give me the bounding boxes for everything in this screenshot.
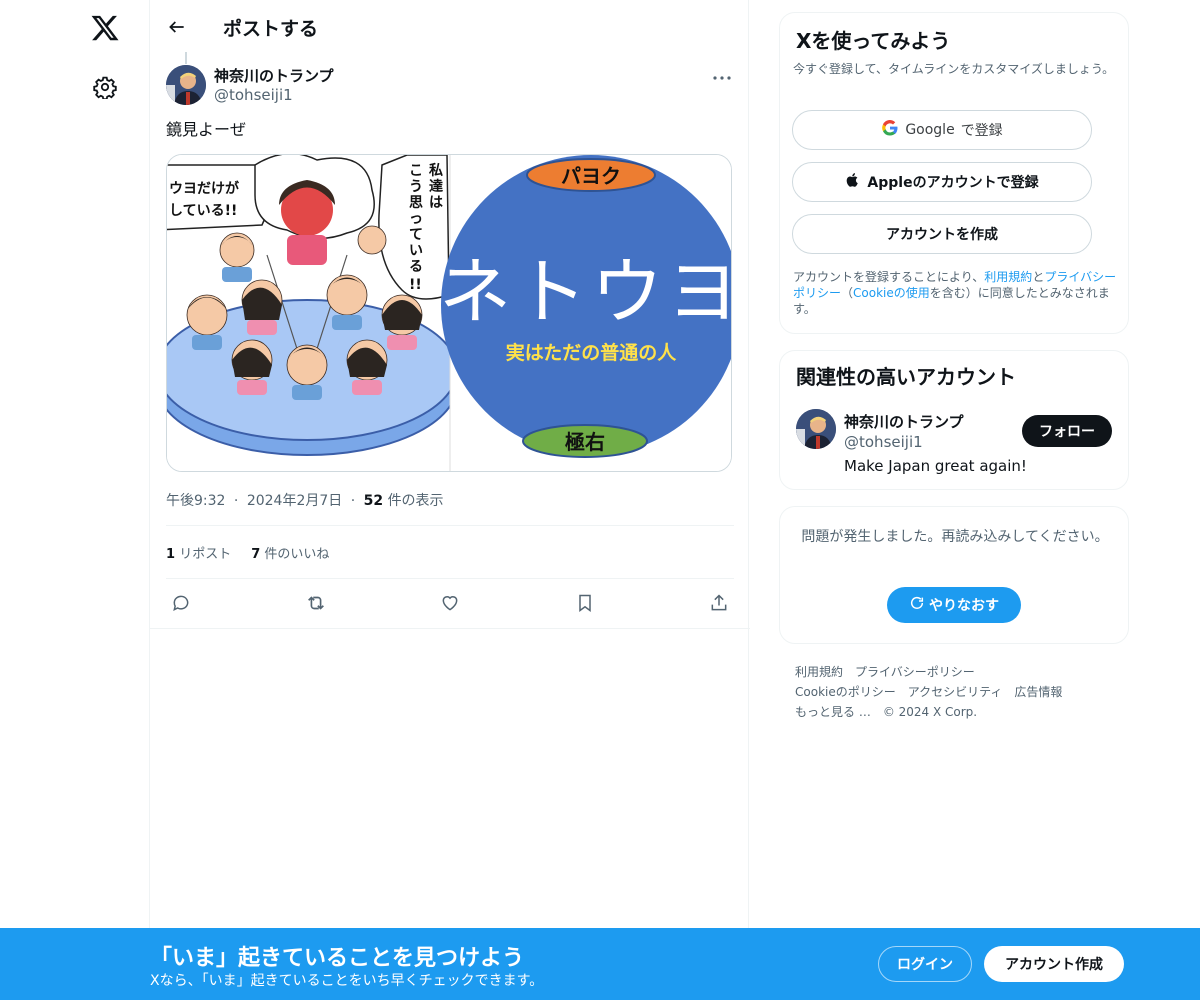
reposts-stat[interactable]: 1 リポスト <box>166 543 231 562</box>
bubble-left-line2: している!! <box>169 203 237 219</box>
footer-links: 利用規約 プライバシーポリシー Cookieのポリシー アクセシビリティ 広告情報 も… <box>779 662 1109 722</box>
svg-text:る: る <box>409 259 423 275</box>
retry-button[interactable]: やりなおす <box>887 587 1021 623</box>
signup-card: Xを使ってみよう 今すぐ登録して、タイムラインをカスタマイズしましょう。 Goo… <box>779 12 1129 334</box>
back-arrow-icon[interactable] <box>164 14 190 40</box>
post: 神奈川のトランプ @tohseiji1 鏡見よーぜ ウヨだけが している!! 私… <box>166 52 734 627</box>
avatar[interactable] <box>166 65 206 105</box>
like-heart-icon[interactable] <box>439 592 461 614</box>
create-account-button[interactable]: アカウントを作成 <box>792 214 1092 254</box>
post-text: 鏡見よーぜ <box>166 120 247 139</box>
label-payoku: パヨク <box>561 164 621 188</box>
footer-link-ads[interactable]: 広告情報 <box>1014 685 1062 699</box>
share-icon[interactable] <box>708 592 730 614</box>
page-title: ポストする <box>223 18 319 40</box>
author-name[interactable]: 神奈川のトランプ <box>214 65 334 86</box>
footer-link-accessibility[interactable]: アクセシビリティ <box>908 685 1003 699</box>
bottom-signup-banner: 「いま」起きていることを見つけよう Xなら、「いま」起きていることをいち早くチェ… <box>0 928 1200 1000</box>
post-image[interactable]: ウヨだけが している!! 私達は こう思っている!! パヨク ネトウヨ 実はただ… <box>166 154 732 472</box>
likes-label: 件のいいね <box>264 546 330 562</box>
related-account-handle[interactable]: @tohseiji1 <box>844 433 923 451</box>
google-brand-label: Google <box>905 122 955 138</box>
signup-subtitle: 今すぐ登録して、タイムラインをカスタマイズしましょう。 <box>793 62 1115 76</box>
label-sub: 実はただの普通の人 <box>506 341 678 364</box>
svg-text:こ: こ <box>409 163 423 179</box>
post-stats: 1 リポスト 7 件のいいね <box>166 526 734 578</box>
footer-link-cookie[interactable]: Cookieのポリシー <box>795 685 896 699</box>
main-column: ポストする 神奈川のトランプ @tohseiji1 鏡見よーぜ ウヨだけが して… <box>149 0 750 1000</box>
svg-text:う: う <box>409 179 423 195</box>
error-card: 問題が発生しました。再読み込みしてください。 やりなおす <box>779 506 1129 644</box>
terms-prefix: アカウントを登録することにより、 <box>793 270 985 284</box>
label-netouyo: ネトウヨ <box>439 250 732 334</box>
svg-text:っ: っ <box>409 211 423 227</box>
copyright: © 2024 X Corp. <box>882 705 978 719</box>
create-account-label: アカウントを作成 <box>886 227 998 243</box>
likes-stat[interactable]: 7 件のいいね <box>251 543 329 562</box>
likes-count: 7 <box>251 546 261 562</box>
svg-text:は: は <box>429 195 443 211</box>
related-account-bio: Make Japan great again! <box>844 457 1027 475</box>
post-actions <box>166 579 734 627</box>
settings-gear-icon[interactable] <box>93 75 117 101</box>
avatar[interactable] <box>796 409 836 449</box>
google-signup-button[interactable]: Google で登録 <box>792 110 1092 150</box>
google-signup-label: で登録 <box>960 123 1003 139</box>
bubble-left-line1: ウヨだけが <box>169 180 240 197</box>
follow-button[interactable]: フォロー <box>1022 415 1112 447</box>
svg-text:い: い <box>409 243 423 259</box>
apple-icon <box>845 171 861 193</box>
page-header: ポストする <box>150 0 748 53</box>
terms-open: （ <box>841 286 854 300</box>
repost-icon[interactable] <box>305 592 327 614</box>
x-logo-icon[interactable] <box>90 13 120 43</box>
meta-separator: · <box>350 493 356 509</box>
terms-and: と <box>1032 270 1045 284</box>
svg-text:私: 私 <box>429 162 443 179</box>
terms-link[interactable]: 利用規約 <box>984 270 1032 284</box>
banner-create-account-button[interactable]: アカウント作成 <box>984 946 1124 982</box>
views-count: 52 <box>363 493 384 509</box>
more-options-icon[interactable] <box>710 66 734 90</box>
apple-signup-label: Appleのアカウントで登録 <box>867 175 1039 191</box>
post-date[interactable]: 2024年2月7日 <box>247 493 342 509</box>
bookmark-icon[interactable] <box>574 592 596 614</box>
signup-title: Xを使ってみよう <box>796 29 951 53</box>
reply-icon[interactable] <box>170 592 192 614</box>
post-time[interactable]: 午後9:32 <box>166 493 225 509</box>
label-kyokuu: 極右 <box>564 430 605 454</box>
banner-title: 「いま」起きていることを見つけよう <box>150 946 525 971</box>
refresh-icon <box>909 595 925 615</box>
reposts-count: 1 <box>166 546 176 562</box>
reposts-label: リポスト <box>179 546 232 562</box>
svg-text:!!: !! <box>409 277 422 293</box>
views-label: 件の表示 <box>387 493 444 509</box>
banner-subtitle: Xなら、「いま」起きていることをいち早くチェックできます。 <box>150 973 544 989</box>
svg-text:達: 達 <box>429 178 443 195</box>
author-row: 神奈川のトランプ @tohseiji1 <box>166 64 734 120</box>
footer-link-terms[interactable]: 利用規約 <box>795 665 843 679</box>
google-g-icon <box>881 119 899 141</box>
meta-separator: · <box>233 493 239 509</box>
post-meta: 午後9:32 · 2024年2月7日 · 52 件の表示 <box>166 490 734 510</box>
related-title: 関連性の高いアカウント <box>796 365 1016 389</box>
footer-link-more[interactable]: もっと見る … <box>795 705 871 719</box>
left-rail <box>0 0 150 1000</box>
login-button[interactable]: ログイン <box>878 946 972 982</box>
cookie-link[interactable]: Cookieの使用 <box>853 286 930 300</box>
right-sidebar: Xを使ってみよう 今すぐ登録して、タイムラインをカスタマイズしましょう。 Goo… <box>779 12 1129 722</box>
footer-link-privacy[interactable]: プライバシーポリシー <box>855 665 975 679</box>
terms-text: アカウントを登録することにより、利用規約とプライバシーポリシー（Cookieの使… <box>793 269 1123 317</box>
related-account-name[interactable]: 神奈川のトランプ <box>844 411 964 432</box>
author-handle[interactable]: @tohseiji1 <box>214 86 293 104</box>
related-accounts-card: 関連性の高いアカウント 神奈川のトランプ @tohseiji1 Make Jap… <box>779 350 1129 490</box>
error-message: 問題が発生しました。再読み込みしてください。 <box>801 529 1109 545</box>
svg-text:て: て <box>409 227 423 243</box>
svg-text:思: 思 <box>409 195 423 211</box>
divider <box>150 628 750 629</box>
retry-label: やりなおす <box>929 598 999 614</box>
apple-signup-button[interactable]: Appleのアカウントで登録 <box>792 162 1092 202</box>
